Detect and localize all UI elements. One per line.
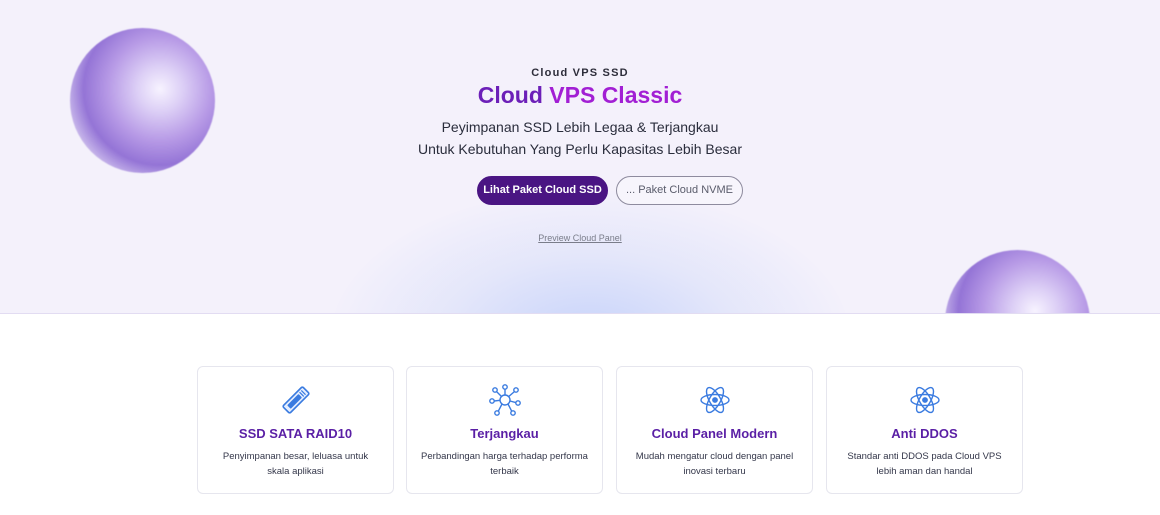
atom-icon bbox=[827, 383, 1022, 417]
feature-card-cloud-panel: Cloud Panel Modern Mudah mengatur cloud … bbox=[616, 366, 813, 494]
nvme-packages-button[interactable]: ... Paket Cloud NVME bbox=[616, 176, 743, 205]
decorative-orb-right bbox=[945, 250, 1090, 313]
feature-description: Penyimpanan besar, leluasa untuk skala a… bbox=[222, 451, 369, 477]
features-section: SSD SATA RAID10 Penyimpanan besar, lelua… bbox=[197, 366, 1023, 494]
hero-title-part2: VPS Classic bbox=[549, 82, 683, 108]
feature-title: Cloud Panel Modern bbox=[651, 426, 778, 441]
feature-title: Anti DDOS bbox=[891, 426, 958, 441]
feature-card-anti-ddos: Anti DDOS Standar anti DDOS pada Cloud V… bbox=[826, 366, 1023, 494]
feature-description: Standar anti DDOS pada Cloud VPS lebih a… bbox=[847, 451, 1002, 477]
feature-card-ssd: SSD SATA RAID10 Penyimpanan besar, lelua… bbox=[197, 366, 394, 494]
feature-description: Mudah mengatur cloud dengan panel inovas… bbox=[635, 451, 794, 477]
network-hub-icon bbox=[407, 383, 602, 417]
feature-card-affordable: Terjangkau Perbandingan harga terhadap p… bbox=[406, 366, 603, 494]
atom-icon bbox=[617, 383, 812, 417]
ssd-drive-icon bbox=[198, 383, 393, 417]
hero-glow bbox=[330, 190, 850, 313]
hero-subtitle-line1: Peyimpanan SSD Lebih Legaa & Terjangkau bbox=[441, 119, 719, 135]
preview-link-wrapper: Preview Cloud Panel bbox=[0, 233, 1160, 243]
view-ssd-packages-button[interactable]: Lihat Paket Cloud SSD bbox=[477, 176, 608, 205]
preview-cloud-panel-link[interactable]: Preview Cloud Panel bbox=[538, 233, 622, 243]
hero-section: Cloud VPS SSD Cloud VPS Classic Peyimpan… bbox=[0, 0, 1160, 314]
feature-title: Terjangkau bbox=[470, 426, 539, 441]
hero-title: Cloud VPS Classic bbox=[0, 80, 1160, 110]
hero-title-part1: Cloud bbox=[477, 82, 550, 108]
feature-description: Perbandingan harga terhadap performa ter… bbox=[421, 451, 588, 477]
hero-eyebrow: Cloud VPS SSD bbox=[531, 67, 629, 79]
hero-subtitle-line2: Untuk Kebutuhan Yang Perlu Kapasitas Leb… bbox=[417, 141, 743, 157]
feature-title: SSD SATA RAID10 bbox=[238, 426, 353, 441]
